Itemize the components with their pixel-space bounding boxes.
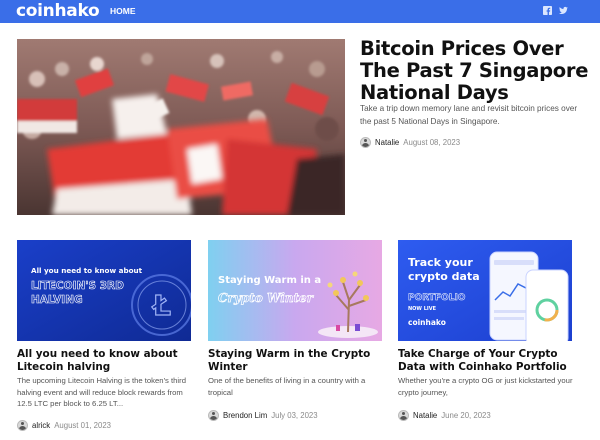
- card-meta: Brendon Lim July 03, 2023: [208, 410, 318, 421]
- card-summary: One of the benefits of living in a count…: [208, 376, 366, 397]
- nav-home-link[interactable]: HOME: [110, 6, 136, 16]
- post-date: July 03, 2023: [271, 411, 318, 420]
- hero-meta: Natalie August 08, 2023: [360, 137, 460, 148]
- svg-text:HALVING: HALVING: [31, 294, 83, 306]
- card-image-heading: Staying Warm in a: [218, 275, 321, 286]
- card-image-sub-text: NOW LIVE: [408, 306, 437, 312]
- twitter-icon[interactable]: [559, 6, 568, 15]
- card-image-crypto-winter[interactable]: Staying Warm in a Crypto Winter: [208, 240, 382, 341]
- post-date: June 20, 2023: [441, 411, 491, 420]
- top-nav: coinhako HOME: [0, 0, 600, 23]
- avatar: [17, 420, 28, 431]
- svg-text:Track your: Track your: [408, 256, 473, 269]
- author-name[interactable]: Brendon Lim: [223, 411, 267, 420]
- card-image-big-text: LITECOIN'S 3RD: [31, 280, 124, 292]
- card-title[interactable]: Take Charge of Your Crypto Data with Coi…: [398, 348, 576, 373]
- facebook-icon[interactable]: [543, 6, 552, 15]
- card-image-brand: coinhako: [408, 318, 446, 327]
- post-date: August 08, 2023: [403, 138, 461, 147]
- svg-text:crypto data: crypto data: [408, 270, 480, 283]
- card-title[interactable]: All you need to know about Litecoin halv…: [17, 348, 195, 373]
- card-summary: Whether you're a crypto OG or just kicks…: [398, 376, 573, 397]
- card-image-heading: All you need to know about: [31, 266, 143, 275]
- card-meta: Natalie June 20, 2023: [398, 410, 491, 421]
- hero-title[interactable]: Bitcoin Prices Over The Past 7 Singapore…: [360, 38, 592, 104]
- card-image-big-text: Crypto Winter: [218, 291, 315, 305]
- author-name[interactable]: alrick: [32, 421, 50, 430]
- card-summary: The upcoming Litecoin Halving is the tok…: [17, 376, 186, 408]
- hero-image[interactable]: [17, 39, 345, 215]
- avatar: [208, 410, 219, 421]
- hero-summary: Take a trip down memory lane and revisit…: [360, 104, 578, 126]
- card-image-big-text: PORTFOLIO: [408, 293, 466, 303]
- author-name[interactable]: Natalie: [413, 411, 437, 420]
- card-title[interactable]: Staying Warm in the Crypto Winter: [208, 348, 386, 373]
- svg-text:Ł: Ł: [151, 289, 171, 322]
- author-name[interactable]: Natalie: [375, 138, 399, 147]
- card-image-litecoin[interactable]: Ł All you need to know about LITECOIN'S …: [17, 240, 191, 341]
- post-date: August 01, 2023: [54, 421, 111, 430]
- avatar: [398, 410, 409, 421]
- card-meta: alrick August 01, 2023: [17, 420, 111, 431]
- site-logo[interactable]: coinhako: [16, 1, 100, 21]
- card-image-portfolio[interactable]: Track your crypto data PORTFOLIO NOW LIV…: [398, 240, 572, 341]
- avatar: [360, 137, 371, 148]
